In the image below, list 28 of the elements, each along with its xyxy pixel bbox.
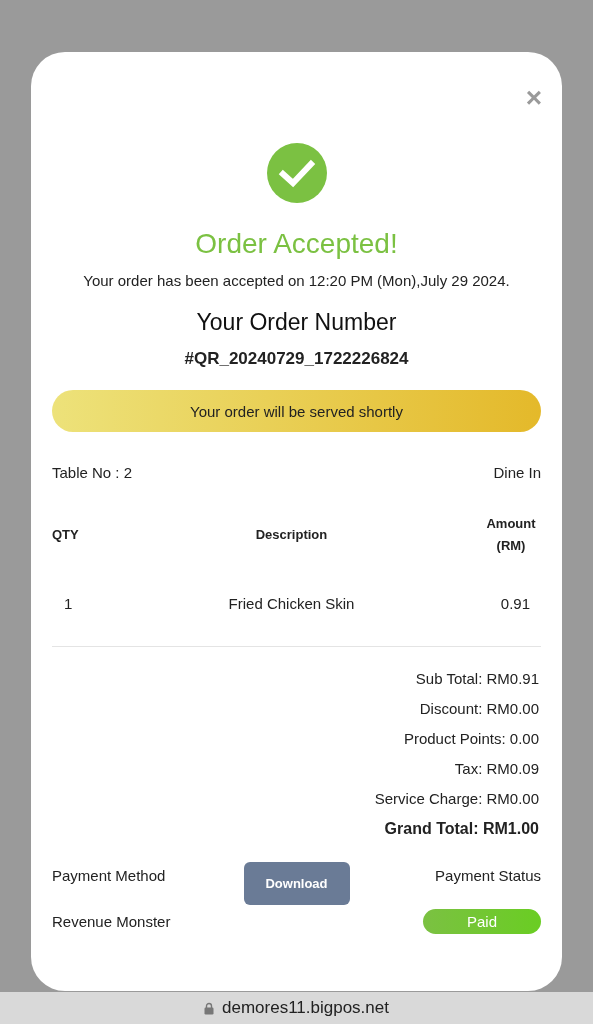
column-header: Amount (RM) xyxy=(485,515,537,555)
close-button[interactable]: × xyxy=(525,86,542,110)
url-text[interactable]: demores11.bigpos.net xyxy=(222,998,389,1018)
table-cell-text: 1 xyxy=(63,595,74,612)
payment-method: Revenue Monster xyxy=(52,912,172,930)
status-banner: Your order will be served shortly xyxy=(52,390,541,432)
check-circle-icon xyxy=(266,143,327,203)
payment-method-label: Payment Method xyxy=(52,867,167,884)
summary-line: Tax: RM0.09 xyxy=(454,759,539,778)
download-button[interactable]: Download xyxy=(243,862,350,905)
accepted-message: Your order has been accepted on 12:20 PM (Mon),July 29 2024. xyxy=(83,272,510,289)
summary-line: Discount: RM0.00 xyxy=(419,699,539,718)
lock-icon xyxy=(204,1001,214,1015)
column-header: Description xyxy=(254,526,329,544)
grand-total: Grand Total: RM1.00 xyxy=(384,819,539,838)
order-number: #QR_20240729_1722226824 xyxy=(184,349,409,369)
table-cell-text: Fried Chicken Skin xyxy=(227,595,356,612)
order-type: Dine In xyxy=(493,464,541,481)
summary-line: Service Charge: RM0.00 xyxy=(374,789,539,808)
dialog-title: Order Accepted! xyxy=(195,228,398,260)
summary-line: Product Points: 0.00 xyxy=(403,729,539,748)
order-number-label: Your Order Number xyxy=(196,309,397,336)
column-header: QTY xyxy=(52,526,80,544)
table-number: Table No : 2 xyxy=(52,464,133,481)
payment-status-label: Payment Status xyxy=(435,867,541,886)
status-badge: Paid xyxy=(423,908,541,934)
table-cell-text: 0.91 xyxy=(500,595,531,612)
summary-line: Sub Total: RM0.91 xyxy=(415,669,539,688)
